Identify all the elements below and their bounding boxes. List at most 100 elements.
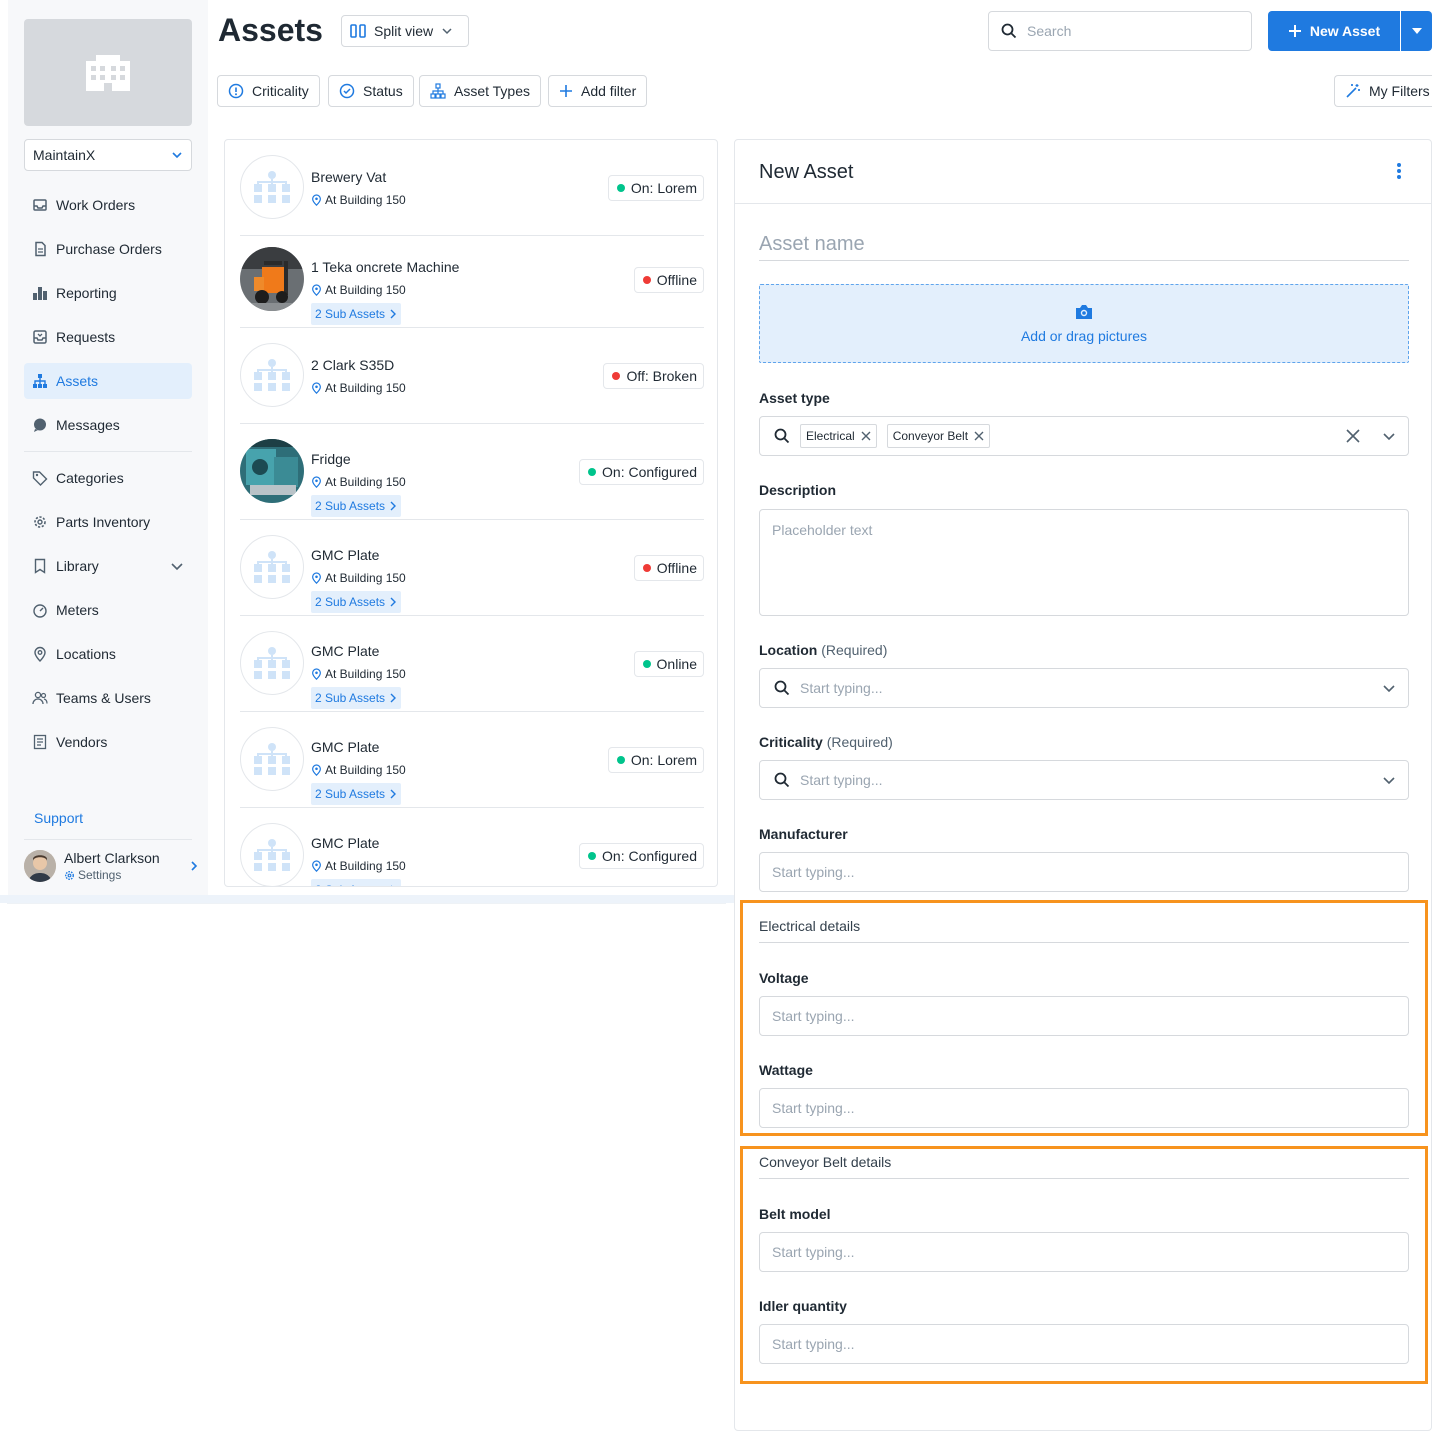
asset-thumbnail [240,439,304,503]
asset-row[interactable]: Fridge At Building 150 2 Sub Assets On: Con… [240,424,704,520]
filter-criticality[interactable]: Criticality [217,75,320,107]
sidebar-item-vendors[interactable]: Vendors [24,724,192,760]
close-icon[interactable] [861,431,871,441]
view-mode-select[interactable]: Split view [341,15,469,47]
sidebar-item-purchase-orders[interactable]: Purchase Orders [24,231,192,267]
tag-icon [32,470,48,486]
asset-row[interactable]: GMC Plate At Building 150 2 Sub Assets On: … [240,712,704,808]
sub-assets-label: 2 Sub Assets [315,883,385,886]
sidebar-item-meters[interactable]: Meters [24,592,192,628]
chevron-down-icon[interactable] [1382,429,1396,443]
sidebar-item-parts-inventory[interactable]: Parts Inventory [24,504,192,540]
asset-thumbnail [240,535,304,599]
sub-assets-label: 2 Sub Assets [315,787,386,801]
sidebar-item-teams-users[interactable]: Teams & Users [24,680,192,716]
search-box[interactable] [988,11,1252,51]
more-options-icon[interactable] [1395,162,1403,180]
sub-assets-link[interactable]: 2 Sub Assets [311,591,402,613]
sidebar: MaintainX Work Orders Purchase Orders Re… [8,0,208,895]
asset-name: GMC Plate [311,835,380,851]
criticality-label: Criticality (Required) [759,734,893,750]
description-textarea[interactable]: Placeholder text [759,509,1409,616]
criticality-select[interactable]: Start typing... [759,760,1409,800]
new-asset-dropdown-button[interactable] [1401,11,1432,51]
bookmark-icon [32,558,48,574]
hierarchy-icon [254,171,290,203]
asset-row[interactable]: 2 Clark S35D At Building 150 Off: Broken [240,328,704,424]
chevron-right-icon [191,861,198,871]
criticality-label-text: Criticality [759,734,823,750]
sidebar-item-messages[interactable]: Messages [24,407,192,443]
asset-row[interactable]: Brewery Vat At Building 150 On: Lorem [240,140,704,236]
status-badge: Off: Broken [603,363,704,389]
status-label: Online [656,656,697,672]
sidebar-item-work-orders[interactable]: Work Orders [24,187,192,223]
asset-type-chip-conveyor-belt: Conveyor Belt [886,424,991,448]
organization-select[interactable]: MaintainX [24,139,192,171]
my-filters-button[interactable]: My Filters [1334,75,1432,107]
asset-row[interactable]: GMC Plate At Building 150 2 Sub Assets On: … [240,808,704,886]
manufacturer-input[interactable]: Start typing... [759,852,1409,892]
filter-status[interactable]: Status [328,75,414,107]
my-filters-label: My Filters [1369,83,1430,99]
hierarchy-icon [254,551,290,583]
add-filter-button[interactable]: Add filter [548,75,648,107]
hierarchy-icon [32,373,48,389]
criticality-icon [228,83,244,99]
chevron-down-icon[interactable] [170,559,184,573]
picture-dropzone[interactable]: Add or drag pictures [759,284,1409,363]
asset-row[interactable]: GMC Plate At Building 150 2 Sub Assets Onli… [240,616,704,712]
asset-type-chip-electrical: Electrical [800,424,877,448]
filter-asset-types[interactable]: Asset Types [419,75,542,107]
asset-location: At Building 150 [311,193,406,207]
user-profile[interactable]: Albert Clarkson Settings [24,846,200,886]
location-label: Location (Required) [759,642,887,658]
user-settings-link[interactable]: Settings [64,868,160,882]
vendor-icon [32,734,48,750]
sub-assets-link[interactable]: 2 Sub Assets [311,783,402,805]
location-pin-icon [312,572,321,584]
status-dot [642,276,651,284]
sub-assets-link[interactable]: 2 Sub Assets [311,687,402,709]
chevron-right-icon [391,885,393,886]
conveyor-details-highlight [740,1146,1428,1384]
sub-assets-link[interactable]: 2 Sub Assets [311,495,402,517]
split-view-icon [350,24,366,38]
sidebar-item-requests[interactable]: Requests [24,319,192,355]
chevron-down-icon [172,152,182,159]
status-label: On: Configured [602,848,697,864]
new-asset-label: New Asset [1309,23,1381,39]
location-pin-icon [32,646,48,662]
location-pin-icon [312,194,321,206]
hierarchy-icon [254,647,290,679]
nav-divider [24,451,192,452]
organization-name: MaintainX [33,147,96,163]
asset-type-select[interactable]: Electrical Conveyor Belt [759,416,1409,456]
location-pin-icon [312,860,321,872]
support-link[interactable]: Support [34,810,83,826]
sub-assets-label: 2 Sub Assets [315,691,386,705]
asset-location-text: At Building 150 [325,193,406,207]
sidebar-item-reporting[interactable]: Reporting [24,275,192,311]
asset-row[interactable]: 1 Teka oncrete Machine At Building 150 2 S… [240,232,704,328]
asset-name: GMC Plate [311,739,380,755]
asset-location-text: At Building 150 [325,475,406,489]
search-input[interactable] [1027,23,1227,39]
sub-assets-link[interactable]: 2 Sub Assets [311,303,402,325]
sidebar-item-label: Reporting [56,285,117,301]
sidebar-item-locations[interactable]: Locations [24,636,192,672]
new-asset-button[interactable]: New Asset [1268,11,1400,51]
close-icon[interactable] [974,431,984,441]
clear-icon[interactable] [1346,429,1360,443]
electrical-details-highlight [740,900,1428,1136]
sub-assets-link[interactable]: 2 Sub Assets [311,879,402,886]
asset-location: At Building 150 [311,475,406,489]
asset-name-input[interactable] [759,229,1409,261]
asset-row[interactable]: GMC Plate At Building 150 2 Sub Assets Offl… [240,520,704,616]
sidebar-item-categories[interactable]: Categories [24,460,192,496]
sidebar-item-library[interactable]: Library [24,548,192,584]
location-select[interactable]: Start typing... [759,668,1409,708]
sidebar-item-label: Assets [56,373,99,389]
sidebar-item-assets[interactable]: Assets [24,363,192,399]
sidebar-item-label: Messages [56,417,120,433]
